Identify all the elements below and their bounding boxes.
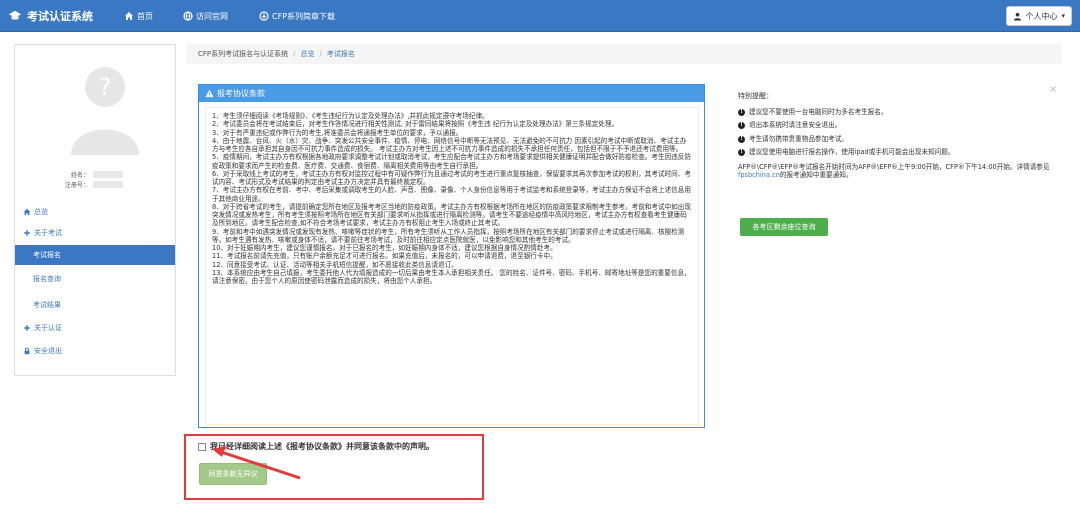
sidebar-item-registration-query[interactable]: 报名查询	[15, 269, 175, 289]
nav-official-site[interactable]: 访问官网	[183, 0, 228, 32]
notice-item-text: 退出本系统时请注意安全退出。	[749, 121, 842, 129]
notice-item-text: 建议您使用电脑进行报名操作，使用ipad或手机可能会出现未知问题。	[749, 148, 955, 156]
download-circle-icon	[259, 11, 269, 21]
user-icon	[1014, 12, 1022, 21]
top-navbar: 考试认证系统 首页 访问官网 CFP系列简章下载 个人中心 ▾	[0, 0, 1080, 32]
sidebar-item-about-exam[interactable]: 关于考试	[15, 223, 175, 243]
sidebar-item-exam-registration[interactable]: 考试报名	[15, 245, 175, 265]
notice-item: ! 退出本系统时请注意安全退出。	[738, 121, 1058, 130]
terms-paragraph: 2、考试委员会将在考试结束后，对考生作答情况进行相关性测试, 对于雷同结果将按照…	[212, 120, 619, 129]
notice-schedule: AFP®\CFP®\EFP®考试报名开始时间为AFP®\EFP®上午9:00开始…	[738, 163, 1058, 180]
sidebar-item-label: 考试报名	[33, 251, 61, 259]
globe-icon	[183, 11, 193, 21]
notice-item: ! 建议您不要使用一台电脑同时为多名考生报名。	[738, 108, 1058, 117]
sidebar-item-exam-results[interactable]: 考试结果	[15, 295, 175, 315]
terms-paragraph: 7、考试主办方有权在考前、考中、考后采集或调取考生的人脸、声音、图像、录像、个人…	[212, 186, 691, 203]
app-title: 考试认证系统	[27, 10, 93, 23]
sidebar-item-label: 报名查询	[33, 275, 61, 283]
terms-paragraph: 11、考试报名前请先充值，只有账户余额充足才可进行报名。如果充值后，未报名的，可…	[212, 252, 557, 261]
notice-title: 特别提醒：	[738, 92, 773, 100]
nav-download[interactable]: CFP系列简章下载	[259, 0, 335, 32]
breadcrumb-separator: /	[293, 50, 296, 58]
notice-schedule-tail: 的报考通知中重要通知。	[779, 171, 853, 179]
avatar: ?	[71, 67, 139, 155]
plus-icon	[24, 325, 30, 331]
notice-site-link[interactable]: fpsbchina.cn	[738, 171, 780, 179]
profile-fields: 姓名： 注册号：	[15, 169, 175, 189]
terms-title: 报考协议条款	[217, 89, 265, 98]
home-icon	[125, 12, 133, 20]
breadcrumb: CFP系列考试报名与认证系统 / 总览 / 考试报名	[186, 44, 1062, 64]
agree-checkbox[interactable]	[198, 442, 206, 451]
breadcrumb-current: 考试报名	[326, 50, 355, 58]
breadcrumb-root[interactable]: CFP系列考试报名与认证系统	[198, 49, 288, 59]
notice-panel: 特别提醒： ! 建议您不要使用一台电脑同时为多名考生报名。 ! 退出本系统时请注…	[738, 92, 1058, 180]
sidebar-item-about-certification[interactable]: 关于认证	[15, 318, 175, 338]
breadcrumb-overview[interactable]: 总览	[301, 49, 315, 59]
notice-item: ! 考生请勿携带贵重物品参加考试。	[738, 135, 1058, 144]
profile-name-row: 姓名：	[15, 169, 175, 179]
terms-paragraph: 12、同意接受考试、认证、活动等相关手机短信提醒，如不愿接收此类信息请退订。	[212, 260, 458, 269]
exclamation-icon: !	[738, 135, 745, 143]
sidebar-item-label: 关于考试	[34, 229, 62, 237]
exclamation-icon: !	[738, 149, 745, 156]
id-label: 注册号：	[64, 181, 89, 189]
terms-paragraph: 10、对于妊娠期内考生，建议您谨慎报名。对于已报名的考生，如妊娠期内身体不适，建…	[212, 244, 557, 252]
terms-paragraph: 1、考生须仔细阅读《考场规则》、《考生违纪行为认定及处理办法》,并抓此规定遵守考…	[212, 112, 489, 120]
breadcrumb-separator: /	[319, 50, 322, 58]
sidebar-item-label: 安全退出	[34, 347, 62, 355]
sidebar-item-label: 总览	[34, 208, 48, 216]
nav-download-label: CFP系列简章下载	[272, 11, 336, 21]
lock-icon	[24, 347, 30, 355]
sidebar-item-label: 关于认证	[34, 324, 62, 332]
svg-text:?: ?	[99, 73, 112, 101]
profile-id-row: 注册号：	[15, 179, 175, 189]
name-value-redacted	[93, 170, 123, 178]
terms-paragraph: 9、考前和考中如遇突发情况或发现有发热、咳嗽等症状的考生，所有考生须听从工作人员…	[212, 227, 685, 244]
terms-paragraph: 4、由于地震、台风、火（水）灾、战争、突发公共安全事件、疫情、停电、网络信号中断…	[212, 136, 687, 153]
notice-item: ! 建议您使用电脑进行报名操作，使用ipad或手机可能会出现未知问题。	[738, 148, 1058, 157]
exclamation-icon: !	[738, 108, 745, 116]
terms-paragraph: 5、疫情期间，考试主办方有权根据各地政府要求调整考试计划或取消考试，考生应配合考…	[212, 153, 691, 170]
notice-schedule-text: AFP®\CFP®\EFP®考试报名开始时间为AFP®\EFP®上午9:00开始…	[738, 162, 1050, 171]
sidebar-item-overview[interactable]: 总览	[15, 202, 175, 222]
agree-checkbox-row[interactable]: 我已经详细阅读上述《报考协议条款》并同意该条款中的声明。	[198, 441, 434, 452]
warning-icon	[205, 89, 214, 98]
name-label: 姓名：	[70, 171, 89, 179]
home-icon	[23, 208, 31, 216]
left-sidebar: ? 姓名： 注册号： 总览 关于考试 考试报名 报名查询 考试结果 关于认证 安…	[14, 44, 176, 376]
graduation-cap-icon	[8, 10, 22, 20]
terms-paragraph: 3、对于有严重违纪或作弊行为的考生,将准委员会将通报考生单位的要求，予以通报。	[212, 128, 463, 137]
agree-checkbox-label[interactable]: 我已经详细阅读上述《报考协议条款》并同意该条款中的声明。	[210, 441, 434, 452]
caret-down-icon: ▾	[1061, 12, 1065, 20]
nav-home-label: 首页	[137, 11, 153, 21]
exclamation-icon: !	[738, 122, 745, 129]
notice-item-text: 建议您不要使用一台电脑同时为多名考生报名。	[749, 107, 888, 116]
sidebar-item-logout[interactable]: 安全退出	[15, 341, 175, 361]
plus-icon	[24, 230, 30, 236]
agree-terms-button[interactable]: 同意条款无异议	[199, 463, 267, 485]
terms-panel-header: 报考协议条款	[199, 85, 704, 102]
terms-scroll-area[interactable]: 1、考生须仔细阅读《考场规则》、《考生违纪行为认定及处理办法》,并抓此规定遵守考…	[205, 107, 699, 425]
terms-paragraph: 13、本系统应由考生自己填报，考生委托他人代为填报造成的一切后果由考生本人承担相…	[212, 268, 691, 285]
nav-official-site-label: 访问官网	[196, 11, 228, 21]
seat-query-button[interactable]: 各考区剩余座位查询	[740, 218, 828, 236]
user-menu-label: 个人中心	[1025, 11, 1058, 21]
sidebar-item-label: 考试结果	[33, 301, 61, 309]
notice-item-text: 考生请勿携带贵重物品参加考试。	[749, 134, 848, 143]
terms-paragraph: 6、对于采取线上考试的考生，考试主办方有权对监控过程中有可疑作弊行为且通过考试的…	[212, 169, 691, 186]
nav-home[interactable]: 首页	[124, 0, 153, 32]
terms-paragraph: 8、对于跨省考试的考生，请提前确定您所在地区及报考考区当地的防疫政策。考试主办方…	[212, 202, 691, 228]
user-menu-dropdown[interactable]: 个人中心 ▾	[1006, 6, 1072, 26]
id-value-redacted	[93, 180, 123, 188]
terms-panel: 报考协议条款 1、考生须仔细阅读《考场规则》、《考生违纪行为认定及处理办法》,并…	[198, 84, 705, 428]
app-brand[interactable]: 考试认证系统	[8, 0, 93, 32]
